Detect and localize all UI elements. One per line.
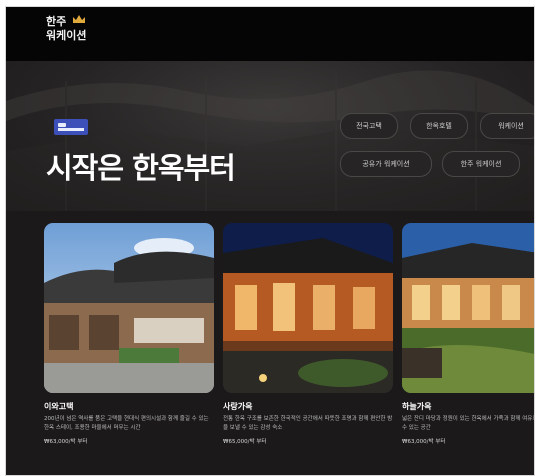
listing-description: 200년이 넘은 역사를 품은 고택을 현대식 편의시설과 함께 즐길 수 있는…	[44, 416, 209, 431]
listing-name: 하늘가옥	[402, 402, 432, 411]
crown-icon	[73, 15, 85, 23]
hero-section: 시작은 한옥부터 전국고택 한옥호텔 워케이션 공유가 워케이션 한주 워케이션	[6, 61, 534, 211]
hero-title: 시작은 한옥부터	[46, 151, 236, 185]
brand-logo[interactable]: 한주 워케이션	[46, 15, 86, 43]
listing-price: ₩65,000/박 부터	[223, 439, 267, 445]
listing-photo	[223, 223, 393, 393]
listing-description: 전통 한옥 구조를 보존한 한국적인 공간에서 따뜻한 조명과 함께 편안한 밤…	[223, 416, 393, 431]
category-chip-2[interactable]: 한옥호텔	[410, 113, 468, 139]
logo-text-line2: 워케이션	[46, 29, 87, 42]
top-navigation-bar: 한주 워케이션	[6, 7, 534, 61]
listing-description: 넓은 잔디 마당과 정원이 있는 한옥에서 가족과 함께 여유로운 휴식을 즐길…	[402, 416, 534, 431]
listing-name: 이와고택	[44, 402, 74, 411]
bed-icon	[54, 119, 88, 135]
listing-card[interactable]: 이와고택 200년이 넘은 역사를 품은 고택을 현대식 편의시설과 함께 즐길…	[44, 223, 214, 445]
category-chip-5[interactable]: 한주 워케이션	[442, 151, 520, 177]
category-chip-3[interactable]: 워케이션	[480, 113, 534, 139]
category-chip-1[interactable]: 전국고택	[340, 113, 398, 139]
listing-price: ₩63,000/박 부터	[402, 439, 446, 445]
listing-card[interactable]: 하늘가옥 넓은 잔디 마당과 정원이 있는 한옥에서 가족과 함께 여유로운 휴…	[402, 223, 534, 445]
listing-photo	[44, 223, 214, 393]
category-chip-4[interactable]: 공유가 워케이션	[340, 151, 432, 177]
listing-price: ₩63,000/박 부터	[44, 439, 88, 445]
listing-photo	[402, 223, 534, 393]
app-window: 한주 워케이션 시작은 한옥부터 전국고택 한옥호텔 워케이션 공유가 워케이션…	[5, 6, 535, 476]
listing-name: 사랑가옥	[223, 402, 253, 411]
listing-card[interactable]: 사랑가옥 전통 한옥 구조를 보존한 한국적인 공간에서 따뜻한 조명과 함께 …	[223, 223, 393, 445]
